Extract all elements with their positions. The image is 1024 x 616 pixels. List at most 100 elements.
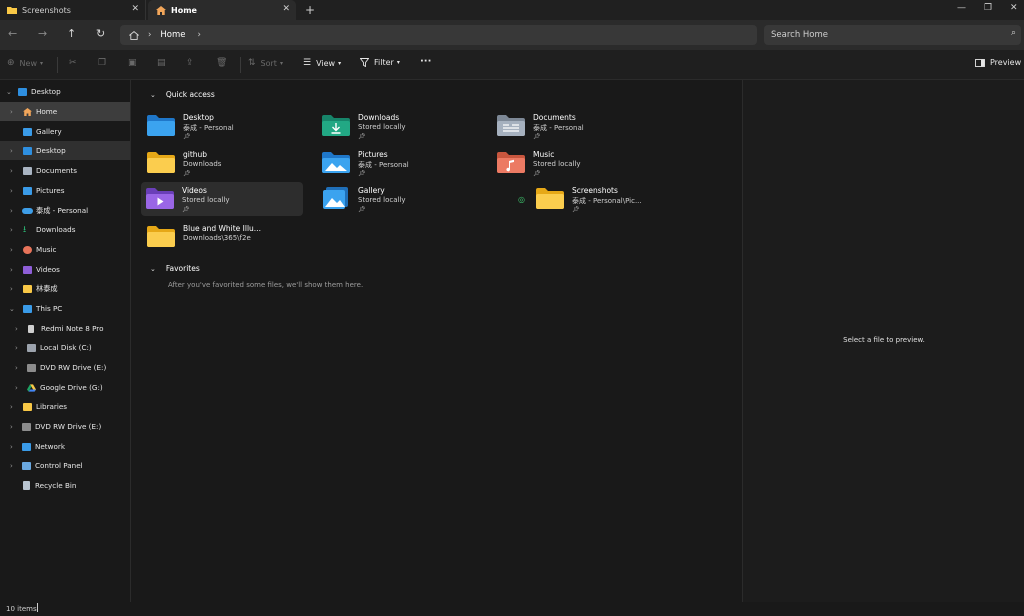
item-location: Downloads	[183, 160, 222, 168]
quick-access-item-blue-and-white[interactable]: Blue and White Illu... Downloads\365\f2e	[142, 220, 304, 254]
sidebar-item-gallery[interactable]: Gallery	[0, 122, 130, 141]
cut-icon[interactable]: ✂	[69, 58, 77, 68]
chevron-down-icon[interactable]: ⌄	[9, 305, 15, 313]
downloads-folder-icon	[322, 115, 350, 136]
refresh-button[interactable]: ↻	[96, 27, 105, 40]
up-button[interactable]: ↑	[67, 27, 76, 40]
sidebar-item-redmi[interactable]: › Redmi Note 8 Pro	[0, 319, 130, 338]
paste-icon[interactable]: ▣	[128, 58, 137, 68]
chevron-right-icon[interactable]: ›	[10, 462, 13, 470]
sort-button[interactable]: ⇅ Sort ▾	[248, 58, 283, 68]
minimize-icon[interactable]: —	[957, 3, 966, 13]
chevron-right-icon[interactable]: ›	[15, 344, 18, 352]
favorites-header[interactable]: ⌄ Favorites	[150, 264, 200, 273]
chevron-right-icon[interactable]: ›	[15, 364, 18, 372]
chevron-right-icon[interactable]: ›	[10, 423, 13, 431]
new-tab-button[interactable]: +	[305, 3, 315, 17]
chevron-down-icon[interactable]: ⌄	[150, 91, 156, 99]
quick-access-header[interactable]: ⌄ Quick access	[150, 90, 215, 99]
close-tab-icon[interactable]: ✕	[282, 4, 290, 14]
quick-access-item-pictures[interactable]: Pictures 泰成 - Personal 📌︎	[317, 146, 479, 180]
sidebar-item-recycle-bin[interactable]: Recycle Bin	[0, 476, 130, 495]
sidebar-item-music[interactable]: › Music	[0, 240, 130, 259]
chevron-right-icon[interactable]: ›	[10, 226, 13, 234]
sidebar-item-control-panel[interactable]: › Control Panel	[0, 456, 130, 475]
copy-icon[interactable]: ❐	[98, 58, 106, 68]
close-tab-icon[interactable]: ✕	[131, 4, 139, 14]
tab-label: Home	[171, 5, 197, 15]
sidebar-item-local-disk[interactable]: › Local Disk (C:)	[0, 338, 130, 357]
chevron-right-icon[interactable]: ›	[15, 384, 18, 392]
tab-screenshots[interactable]: Screenshots ✕	[0, 0, 146, 20]
quick-access-item-github[interactable]: github Downloads 📌︎	[142, 146, 304, 180]
sidebar-item-dvd[interactable]: › DVD RW Drive (E:)	[0, 417, 130, 436]
more-options-icon[interactable]: ···	[420, 56, 431, 67]
close-icon[interactable]: ✕	[1010, 3, 1018, 13]
sidebar-item-home[interactable]: › Home	[0, 102, 130, 121]
item-count: 10 items	[6, 605, 37, 613]
forward-button[interactable]: →	[38, 27, 47, 40]
tab-home[interactable]: Home ✕	[148, 0, 296, 20]
quick-access-item-desktop[interactable]: Desktop 泰成 - Personal 📌︎	[142, 109, 304, 143]
view-button[interactable]: ☰ View ▾	[303, 58, 341, 68]
filter-button[interactable]: Filter ▾	[360, 58, 400, 67]
quick-access-item-music[interactable]: Music Stored locally 📌︎	[492, 146, 654, 180]
preview-button[interactable]: Preview	[975, 58, 1021, 67]
chevron-right-icon[interactable]: ›	[10, 246, 13, 254]
chevron-right-icon[interactable]: ›	[10, 147, 13, 155]
divider	[57, 57, 58, 73]
sidebar-item-desktop-root[interactable]: ⌄ Desktop	[0, 82, 130, 101]
item-name: Videos	[182, 186, 207, 195]
divider	[240, 57, 241, 73]
search-input[interactable]: Search Home ⌕	[764, 25, 1021, 45]
sidebar-item-documents[interactable]: › Documents	[0, 161, 130, 180]
sidebar-item-downloads[interactable]: › ⭳ Downloads	[0, 220, 130, 239]
sidebar-item-libraries[interactable]: › Libraries	[0, 397, 130, 416]
chevron-right-icon[interactable]: ›	[10, 403, 13, 411]
sidebar-item-label: Home	[36, 107, 58, 116]
address-bar[interactable]: › Home ›	[120, 25, 757, 45]
sidebar-item-pictures[interactable]: › Pictures	[0, 181, 130, 200]
chevron-right-icon[interactable]: ›	[10, 108, 13, 116]
chevron-right-icon[interactable]: ›	[10, 207, 13, 215]
breadcrumb-home[interactable]: Home	[160, 30, 185, 40]
chevron-right-icon[interactable]: ›	[10, 443, 13, 451]
sidebar-item-videos[interactable]: › Videos	[0, 260, 130, 279]
new-button[interactable]: ⊕ New ▾	[7, 58, 43, 68]
sidebar-item-this-pc[interactable]: ⌄ This PC	[0, 299, 130, 318]
sidebar-item-desktop[interactable]: › Desktop	[0, 141, 130, 160]
share-icon[interactable]: ⇪	[186, 58, 194, 68]
chevron-down-icon[interactable]: ⌄	[6, 88, 12, 96]
delete-icon[interactable]: 🗑︎	[216, 58, 227, 68]
section-title: Favorites	[165, 264, 200, 273]
sidebar-item-onedrive[interactable]: › 泰成 - Personal	[0, 201, 130, 220]
chevron-right-icon[interactable]: ›	[10, 285, 13, 293]
chevron-right-icon[interactable]: ›	[10, 167, 13, 175]
sidebar-item-label: Recycle Bin	[35, 481, 77, 490]
chevron-right-icon[interactable]: ›	[10, 187, 13, 195]
quick-access-item-documents[interactable]: Documents 泰成 - Personal 📌︎	[492, 109, 654, 143]
sidebar-item-google-drive[interactable]: › Google Drive (G:)	[0, 378, 130, 397]
chevron-down-icon[interactable]: ⌄	[150, 265, 156, 273]
quick-access-item-downloads[interactable]: Downloads Stored locally 📌︎	[317, 109, 479, 143]
chevron-right-icon[interactable]: ›	[15, 325, 18, 333]
sidebar-item-dvd-pc[interactable]: › DVD RW Drive (E:)	[0, 358, 130, 377]
sidebar-item-label: This PC	[36, 304, 63, 313]
quick-access-item-gallery[interactable]: Gallery Stored locally 📌︎	[317, 182, 479, 216]
maximize-icon[interactable]: ❐	[984, 3, 992, 13]
chevron-right-icon[interactable]: ›	[10, 266, 13, 274]
breadcrumb-chevron-icon[interactable]: ›	[198, 30, 201, 40]
quick-access-item-videos[interactable]: Videos Stored locally 📌︎	[141, 182, 303, 216]
back-button[interactable]: ←	[8, 27, 17, 40]
sidebar-item-network[interactable]: › Network	[0, 437, 130, 456]
sidebar-item-label: Desktop	[31, 87, 61, 96]
folder-icon	[7, 7, 17, 14]
filter-icon	[360, 58, 369, 67]
pin-icon: 📌︎	[358, 170, 366, 177]
sidebar-item-label: Local Disk (C:)	[40, 343, 92, 352]
rename-icon[interactable]: ▤	[157, 58, 166, 68]
sidebar-item-user-folder[interactable]: › 林泰成	[0, 279, 130, 298]
quick-access-item-screenshots[interactable]: Screenshots 泰成 - Personal\Pic... 📌︎	[531, 182, 693, 216]
tab-label: Screenshots	[22, 5, 71, 15]
item-location: Stored locally	[358, 123, 406, 131]
